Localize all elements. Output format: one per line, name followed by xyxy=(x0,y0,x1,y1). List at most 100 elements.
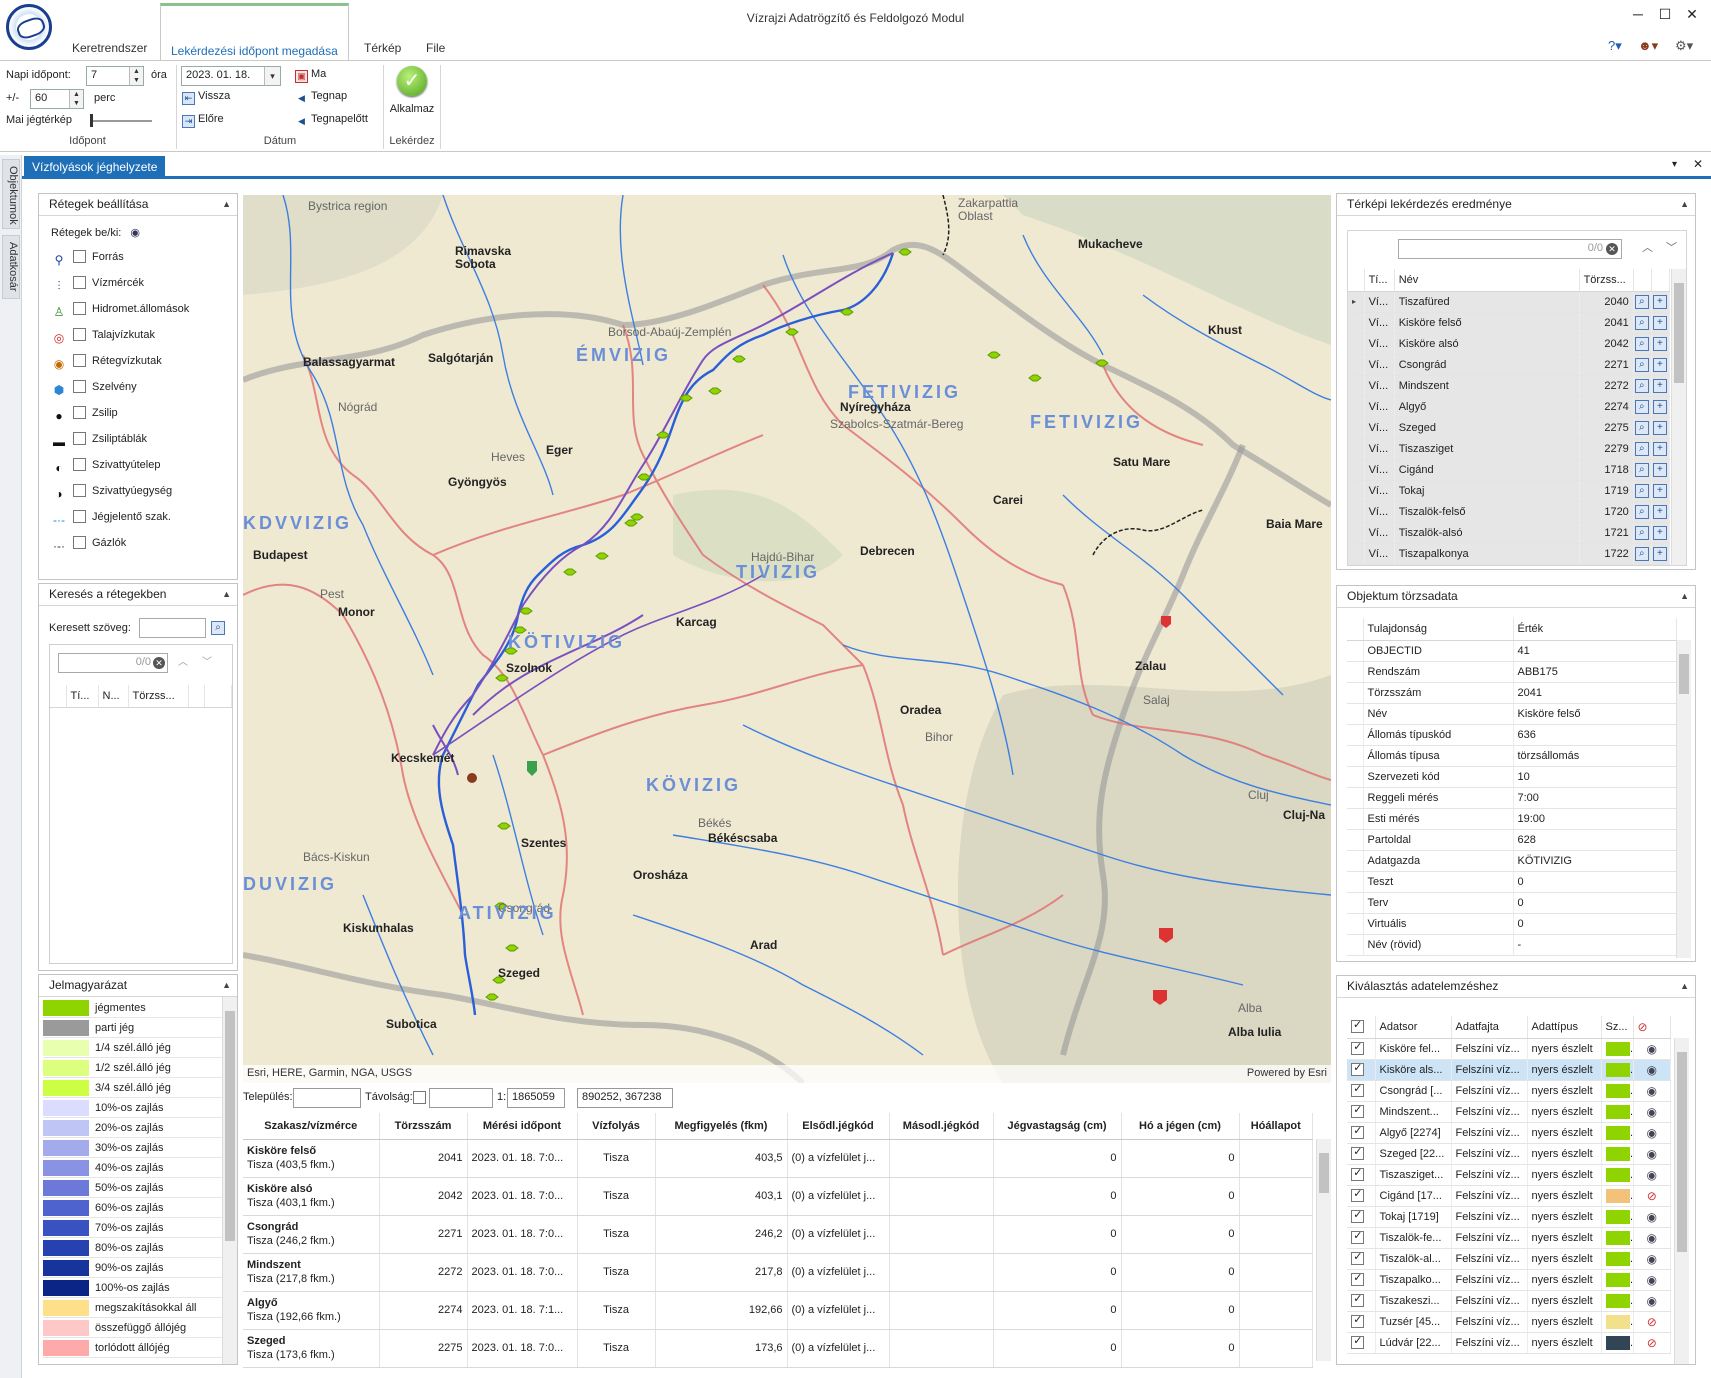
add-icon[interactable]: + xyxy=(1652,483,1667,498)
results-row[interactable]: Szeged Tisza (173,6 fkm.) 2275 2023. 01. 18… xyxy=(243,1329,1313,1368)
add-icon[interactable]: + xyxy=(1652,315,1667,330)
add-icon[interactable]: + xyxy=(1652,399,1667,414)
eye-icon[interactable]: ◉ xyxy=(1647,1126,1657,1140)
add-cell[interactable]: + xyxy=(1651,501,1671,523)
results-col-8[interactable]: Hó a jégen (cm) xyxy=(1121,1113,1240,1140)
col-tipus[interactable]: Tí... xyxy=(1364,269,1395,292)
tegnap-button[interactable]: ◀ Tegnap xyxy=(295,90,347,106)
results-row[interactable]: Kisköre alsó Tisza (403,1 fkm.) 2042 2023. … xyxy=(243,1177,1313,1216)
layer-checkbox[interactable] xyxy=(73,406,86,419)
zoom-cell[interactable]: ⌕ xyxy=(1633,501,1652,523)
prev-result-icon[interactable]: ︿ xyxy=(178,653,188,668)
results-scrollbar[interactable] xyxy=(1316,1139,1331,1361)
zoom-cell[interactable]: ⌕ xyxy=(1633,438,1652,460)
col-adatfajta[interactable]: Adatfajta xyxy=(1451,1016,1528,1039)
zoom-cell[interactable]: ⌕ xyxy=(1633,312,1652,334)
selection-cell-color[interactable] xyxy=(1601,1311,1634,1333)
query-row[interactable]: ▸ Ví... Tiszafüred 2040 ⌕ + xyxy=(1348,291,1671,313)
napi-idopont-spinner[interactable]: 7 ▲ ▼ xyxy=(86,66,144,86)
selection-checkbox[interactable] xyxy=(1351,1334,1365,1349)
query-row[interactable]: Ví... Kisköre alsó 2042 ⌕ + xyxy=(1348,333,1671,355)
series-color-swatch[interactable] xyxy=(1605,1335,1630,1350)
results-row[interactable]: Csongrád Tisza (246,2 fkm.) 2271 2023. 01. … xyxy=(243,1215,1313,1254)
station-marker[interactable] xyxy=(505,944,519,952)
selection-cell-visibility[interactable]: ◉ xyxy=(1633,1080,1671,1102)
selection-cell-color[interactable] xyxy=(1601,1059,1634,1081)
add-cell[interactable]: + xyxy=(1651,522,1671,544)
selection-row[interactable]: Szeged [22...Felszíni víz...nyers észlel… xyxy=(1347,1143,1671,1165)
selection-checkbox[interactable] xyxy=(1351,1103,1365,1118)
selection-row[interactable]: Tiszasziget...Felszíni víz...nyers észle… xyxy=(1347,1164,1671,1186)
layer-row-7[interactable]: ▬ Zsiliptáblák xyxy=(51,428,147,450)
add-icon[interactable]: + xyxy=(1652,336,1667,351)
series-color-swatch[interactable] xyxy=(1605,1062,1630,1077)
scroll-thumb[interactable] xyxy=(1679,654,1689,694)
selection-checkbox-cell[interactable] xyxy=(1347,1143,1376,1165)
selection-cell-visibility[interactable]: ◉ xyxy=(1633,1290,1671,1312)
help-icon[interactable]: ?▾ xyxy=(1608,38,1622,54)
station-marker[interactable] xyxy=(595,552,609,560)
zoom-to-icon[interactable]: ⌕ xyxy=(1634,504,1649,519)
collapse-caret-icon[interactable]: ▲ xyxy=(1680,194,1689,215)
keresett-szoveg-input[interactable] xyxy=(139,618,206,638)
chevron-down-icon[interactable]: ▾ xyxy=(264,67,280,85)
series-color-swatch[interactable] xyxy=(1605,1188,1630,1203)
layer-checkbox[interactable] xyxy=(73,302,86,315)
doc-tab-vizfolyasok[interactable]: Vízfolyások jéghelyzete xyxy=(24,156,166,178)
zoom-cell[interactable]: ⌕ xyxy=(1633,354,1652,376)
query-row[interactable]: Ví... Tokaj 1719 ⌕ + xyxy=(1348,480,1671,502)
zoom-cell[interactable]: ⌕ xyxy=(1633,459,1652,481)
add-icon[interactable]: + xyxy=(1652,525,1667,540)
eye-off-icon[interactable]: ⊘ xyxy=(1647,1315,1657,1329)
selection-cell-color[interactable] xyxy=(1601,1038,1634,1060)
maximize-icon[interactable]: ☐ xyxy=(1651,6,1679,26)
zoom-to-icon[interactable]: ⌕ xyxy=(1634,441,1649,456)
selection-checkbox-cell[interactable] xyxy=(1347,1227,1376,1249)
elore-button[interactable]: ⇥ Előre xyxy=(182,113,224,128)
selection-checkbox[interactable] xyxy=(1351,1313,1365,1328)
station-marker[interactable] xyxy=(987,351,1001,359)
col-tulajdonsag[interactable]: Tulajdonság xyxy=(1363,618,1514,641)
layer-checkbox[interactable] xyxy=(73,458,86,471)
selection-cell-visibility[interactable]: ◉ xyxy=(1633,1164,1671,1186)
col-visibility[interactable]: ⊘ xyxy=(1633,1016,1671,1039)
tegnapelott-button[interactable]: ◀ Tegnapelőtt xyxy=(295,113,368,129)
add-cell[interactable]: + xyxy=(1651,480,1671,502)
query-row[interactable]: Ví... Tiszasziget 2279 ⌕ + xyxy=(1348,438,1671,460)
selection-row[interactable]: Kisköre fel...Felszíni víz...nyers észle… xyxy=(1347,1038,1671,1060)
layer-row-2[interactable]: ♙ Hidromet.állomások xyxy=(51,298,189,320)
series-color-swatch[interactable] xyxy=(1605,1230,1630,1245)
layer-checkbox[interactable] xyxy=(73,328,86,341)
selection-row[interactable]: Tiszapalko...Felszíni víz...nyers észlel… xyxy=(1347,1269,1671,1291)
station-marker[interactable] xyxy=(485,993,499,1001)
layer-checkbox[interactable] xyxy=(73,354,86,367)
layer-checkbox[interactable] xyxy=(73,536,86,549)
selection-cell-visibility[interactable]: ◉ xyxy=(1633,1206,1671,1228)
add-cell[interactable]: + xyxy=(1651,438,1671,460)
collapse-caret-icon[interactable]: ▲ xyxy=(222,584,231,605)
station-marker[interactable] xyxy=(624,519,638,527)
query-row[interactable]: Ví... Mindszent 2272 ⌕ + xyxy=(1348,375,1671,397)
add-cell[interactable]: + xyxy=(1651,354,1671,376)
selection-cell-visibility[interactable]: ⊘ xyxy=(1633,1332,1671,1354)
layer-checkbox[interactable] xyxy=(73,510,86,523)
selection-checkbox[interactable] xyxy=(1351,1187,1365,1202)
station-marker[interactable] xyxy=(785,328,799,336)
selection-checkbox[interactable] xyxy=(1351,1040,1365,1055)
zoom-to-icon[interactable]: ⌕ xyxy=(1634,525,1649,540)
eye-off-icon[interactable]: ⊘ xyxy=(1647,1336,1657,1350)
map-view[interactable]: Rimavska Sobota Mukacheve Zakarpattia Obla… xyxy=(243,195,1331,1083)
selection-checkbox-cell[interactable] xyxy=(1347,1080,1376,1102)
tab-terkep[interactable]: Térkép xyxy=(354,36,411,61)
results-col-0[interactable]: Szakasz/vízmérce xyxy=(243,1113,380,1140)
telepules-input[interactable] xyxy=(293,1088,361,1108)
add-icon[interactable]: + xyxy=(1652,420,1667,435)
search-filter-input[interactable]: 0/0 ✕ xyxy=(58,653,168,673)
scroll-thumb[interactable] xyxy=(1319,1153,1329,1193)
layer-row-11[interactable]: ·-· Gázlók xyxy=(51,532,126,554)
selection-checkbox[interactable] xyxy=(1351,1061,1365,1076)
col-tipus[interactable]: Tí... xyxy=(66,685,99,708)
layer-checkbox[interactable] xyxy=(73,432,86,445)
add-cell[interactable]: + xyxy=(1651,543,1671,565)
selection-checkbox[interactable] xyxy=(1351,1166,1365,1181)
